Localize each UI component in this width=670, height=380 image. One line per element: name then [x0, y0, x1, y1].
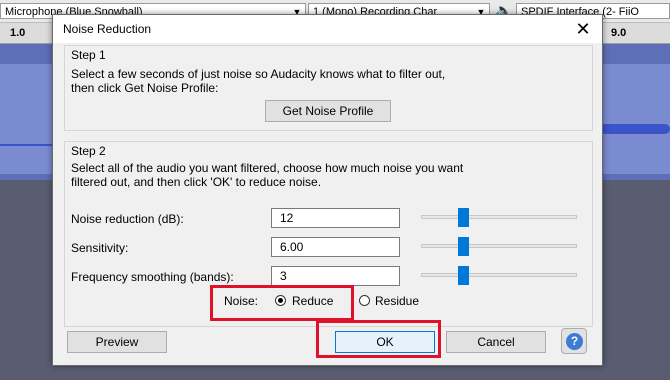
ok-label: OK: [376, 335, 394, 349]
step1-instruction-line1: Select a few seconds of just noise so Au…: [71, 67, 446, 81]
sensitivity-input[interactable]: 6.00: [271, 237, 400, 257]
step1-title: Step 1: [71, 48, 106, 62]
help-button[interactable]: ?: [561, 328, 587, 354]
get-noise-profile-label: Get Noise Profile: [282, 104, 374, 118]
ok-button[interactable]: OK: [335, 331, 435, 353]
sensitivity-label: Sensitivity:: [71, 241, 129, 255]
noise-mode-group: Noise: Reduce Residue: [212, 289, 452, 309]
noise-reduction-dialog: Noise Reduction ✕ Step 1 Select a few se…: [52, 14, 603, 366]
noise-reduction-slider[interactable]: [421, 215, 577, 219]
noise-mode-label: Noise:: [224, 294, 259, 308]
preview-button[interactable]: Preview: [67, 331, 167, 353]
frequency-smoothing-slider[interactable]: [421, 273, 577, 277]
waveform-line: [0, 144, 60, 146]
cancel-label: Cancel: [477, 335, 515, 349]
step2-instruction-line2: filtered out, and then click 'OK' to red…: [71, 175, 322, 189]
get-noise-profile-button[interactable]: Get Noise Profile: [265, 100, 391, 122]
help-icon: ?: [566, 333, 583, 350]
noise-reduction-input[interactable]: 12: [271, 208, 400, 228]
step1-instruction-line2: then click Get Noise Profile:: [71, 81, 219, 95]
preview-label: Preview: [95, 335, 139, 349]
frequency-smoothing-input[interactable]: 3: [271, 266, 400, 286]
close-icon[interactable]: ✕: [572, 18, 594, 40]
frequency-smoothing-label: Frequency smoothing (bands):: [71, 270, 234, 284]
step1-group: Step 1 Select a few seconds of just nois…: [64, 45, 593, 131]
sensitivity-slider-thumb[interactable]: [457, 237, 469, 256]
noise-reduction-slider-thumb[interactable]: [457, 208, 469, 227]
noise-reduction-label: Noise reduction (dB):: [71, 212, 184, 226]
residue-radio[interactable]: [359, 295, 370, 306]
cancel-button[interactable]: Cancel: [446, 331, 546, 353]
waveform-segment: [600, 124, 670, 134]
step2-title: Step 2: [71, 144, 106, 158]
residue-radio-label[interactable]: Residue: [375, 294, 419, 308]
step2-instruction-line1: Select all of the audio you want filtere…: [71, 161, 464, 175]
sensitivity-slider[interactable]: [421, 244, 577, 248]
frequency-smoothing-slider-thumb[interactable]: [457, 266, 469, 285]
dialog-title: Noise Reduction: [63, 22, 152, 36]
reduce-radio[interactable]: [275, 295, 286, 306]
ruler-tick-label: 9.0: [611, 27, 627, 39]
dialog-titlebar: Noise Reduction ✕: [53, 15, 602, 43]
ruler-tick-label: 1.0: [10, 27, 26, 39]
reduce-radio-label[interactable]: Reduce: [292, 294, 333, 308]
